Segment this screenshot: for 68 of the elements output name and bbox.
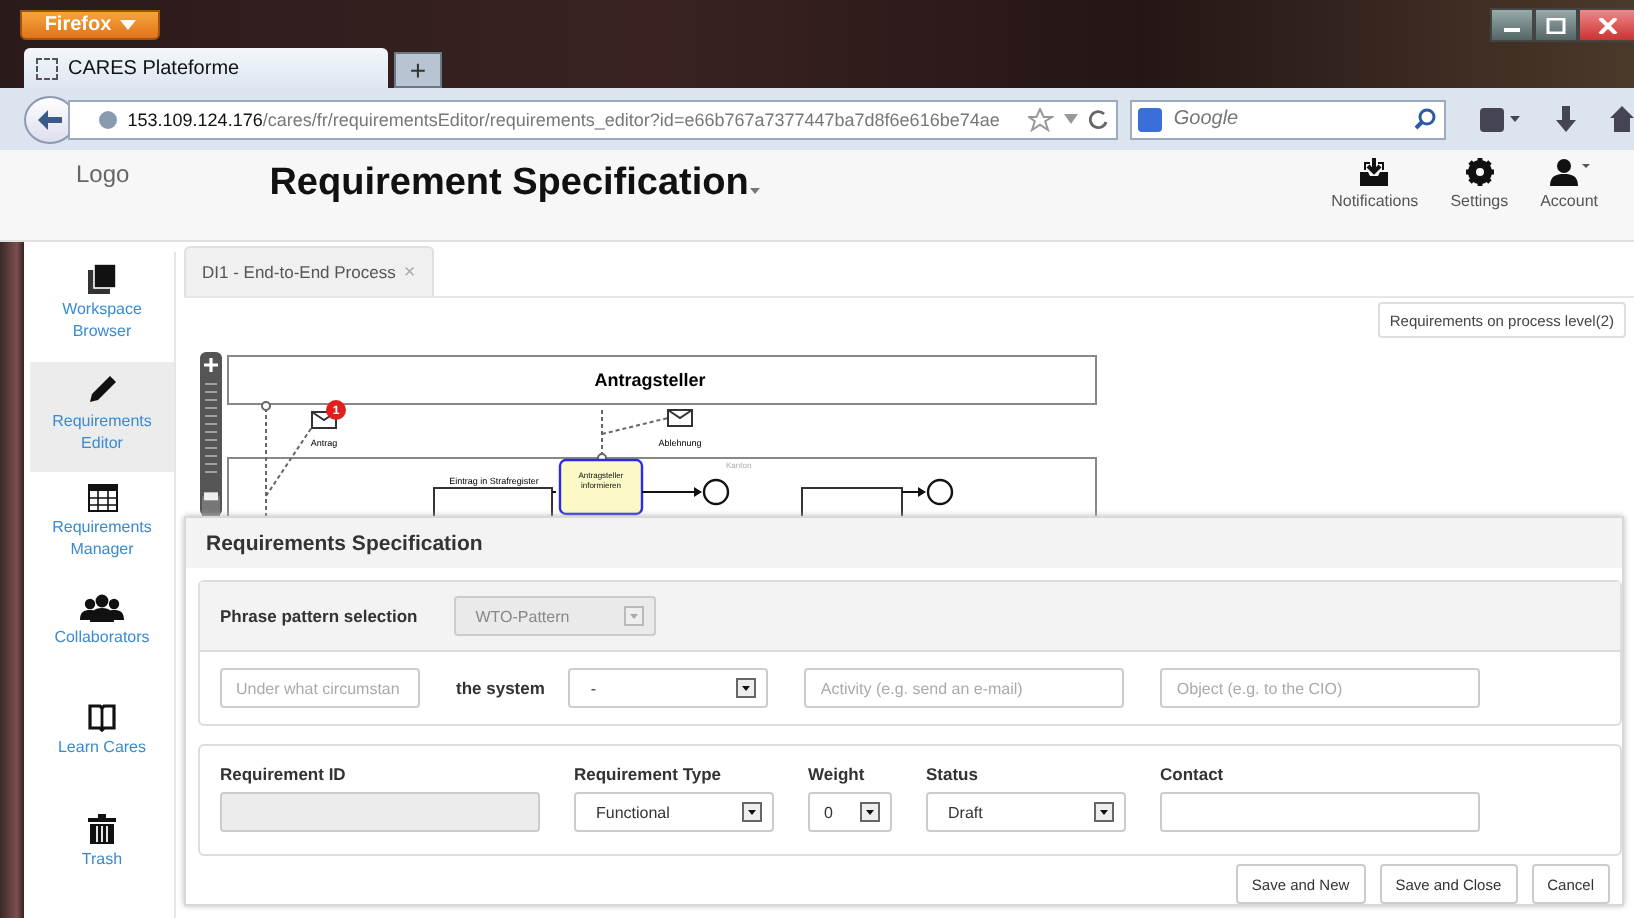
zoom-in-icon[interactable] [202,356,220,374]
star-icon[interactable] [1027,107,1054,131]
globe-icon [97,109,118,129]
notification-badge [326,400,346,420]
header-action[interactable]: Account [1540,158,1598,210]
settings-icon [1465,158,1494,186]
reload-icon[interactable] [1087,109,1108,129]
page-title[interactable]: Requirement Specification [269,162,749,206]
caret-icon [742,802,762,822]
field-label: Contact [1160,764,1226,784]
zoom-slider-thumb[interactable] [204,492,218,501]
search-engine-icon[interactable] [1137,107,1162,131]
trash-icon [88,814,116,844]
flow-start-circle [261,401,271,411]
close-button[interactable] [1578,8,1634,42]
bookmarks-icon[interactable] [1478,105,1523,133]
browser-tab[interactable]: CARES Plateforme [24,48,388,88]
download-icon[interactable] [1554,105,1579,133]
field-label: Requirement Type [574,764,724,784]
sequence-arrow [641,487,702,497]
field-label: Status [926,764,980,784]
caret-icon[interactable] [1063,114,1078,124]
dropdown-select[interactable]: Functional [574,792,774,832]
dropdown-select[interactable]: Draft [926,792,1126,832]
caret-icon [736,678,757,698]
caret-icon [1094,802,1114,822]
maximize-button[interactable] [1534,8,1578,42]
caret-icon [119,20,136,30]
pencil-icon [86,374,118,406]
system-select[interactable]: - [568,668,769,708]
inbox-icon [1358,158,1391,186]
stack-icon [88,264,116,294]
end-event-circle [926,478,954,506]
pool-label: Antragsteller [594,370,706,390]
table-icon [87,484,117,512]
end-event-circle [702,478,730,506]
task-box [558,458,644,516]
logo-text: Logo [76,160,130,188]
search-icon[interactable] [1414,108,1437,130]
field-label: Requirement ID [220,764,348,784]
message-flow [265,407,315,516]
caret-icon [750,188,761,194]
field-label: Weight [808,764,867,784]
document-tab[interactable]: DI1 - End-to-End Process × [184,246,434,296]
new-tab-button[interactable]: + [394,52,442,88]
caret-icon [860,802,880,822]
back-arrow-icon [37,109,62,129]
header-action[interactable]: Settings [1450,158,1509,210]
envelope-icon [667,409,693,427]
home-icon[interactable] [1610,105,1634,133]
book-icon [88,704,116,732]
pattern-label: Phrase pattern selection [220,606,418,626]
contact-field[interactable] [1160,792,1480,832]
address-bar[interactable]: 153.109.124.176/cares/fr/requirementsEditor/requirements_editor?id=e66b767a7377447ba7d8f6e616be74ae [67,99,1118,139]
user-icon [1549,158,1590,186]
close-icon [1598,17,1618,33]
header-action[interactable]: Notifications [1331,158,1419,210]
minimize-button[interactable] [1490,8,1534,42]
zoom-scale-ticks [204,383,218,473]
system-label: the system [456,678,545,698]
id-field[interactable] [220,792,540,832]
dialog-title: Requirements Specification [206,531,483,555]
maximize-icon [1546,17,1566,33]
search-field[interactable]: Google [1129,99,1447,139]
people-icon [80,594,124,622]
caret-icon [623,606,644,626]
dropdown-select[interactable]: 0 [808,792,892,832]
sequence-arrow [901,487,926,497]
